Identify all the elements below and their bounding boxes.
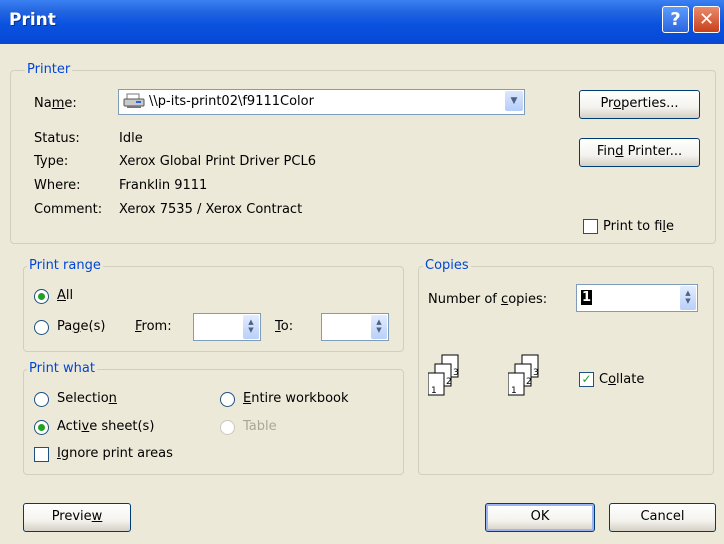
collate-pages-icon: 3 2 1: [508, 354, 539, 396]
title-bar[interactable]: Print ? ✕: [0, 0, 724, 44]
pages-radio[interactable]: [34, 320, 49, 335]
ok-button[interactable]: OK: [485, 503, 595, 532]
entire-workbook-radio[interactable]: [220, 392, 235, 407]
collate-label[interactable]: Collate: [599, 372, 644, 387]
dialog-title: Print: [9, 10, 56, 30]
help-button[interactable]: ?: [662, 6, 689, 33]
status-value: Idle: [119, 131, 143, 146]
where-label: Where:: [34, 178, 81, 193]
svg-text:2: 2: [446, 377, 452, 387]
svg-text:3: 3: [533, 368, 539, 378]
printer-name-value: \\p-its-print02\f9111Color: [149, 94, 314, 109]
all-label[interactable]: All: [57, 288, 73, 303]
close-button[interactable]: ✕: [693, 6, 720, 33]
to-page-input[interactable]: ▲ ▼: [321, 313, 389, 341]
table-label: Table: [243, 419, 277, 434]
name-label: Name:: [34, 96, 77, 111]
print-dialog: Print ? ✕ Printer Name: \\p-its-print02\…: [0, 0, 724, 544]
from-page-input[interactable]: ▲ ▼: [193, 313, 261, 341]
entire-workbook-label[interactable]: Entire workbook: [243, 391, 349, 406]
svg-text:2: 2: [526, 377, 532, 387]
printer-icon: [123, 93, 145, 108]
number-of-copies-label: Number of copies:: [428, 292, 548, 307]
number-of-copies-input[interactable]: 1 ▲ ▼: [576, 284, 698, 312]
collate-checkbox[interactable]: ✓: [579, 372, 594, 387]
pages-label[interactable]: Page(s): [57, 319, 105, 334]
status-label: Status:: [34, 131, 80, 146]
active-sheets-label[interactable]: Active sheet(s): [57, 419, 154, 434]
to-spin-arrows-icon[interactable]: ▲ ▼: [371, 315, 387, 339]
find-printer-button[interactable]: Find Printer...: [579, 138, 700, 167]
type-value: Xerox Global Print Driver PCL6: [119, 154, 316, 169]
printer-name-dropdown[interactable]: \\p-its-print02\f9111Color ▼: [118, 89, 525, 115]
where-value: Franklin 9111: [119, 178, 208, 193]
copies-label: Copies: [423, 258, 471, 273]
number-of-copies-value: 1: [581, 290, 593, 305]
printer-group-label: Printer: [25, 62, 73, 77]
copies-spin-arrows-icon[interactable]: ▲ ▼: [680, 286, 696, 310]
print-what-label: Print what: [27, 361, 97, 376]
all-radio[interactable]: [34, 289, 49, 304]
ignore-print-areas-label[interactable]: Ignore print areas: [57, 446, 173, 461]
selection-radio[interactable]: [34, 392, 49, 407]
properties-button[interactable]: Properties...: [579, 90, 700, 119]
svg-text:1: 1: [431, 386, 437, 396]
type-label: Type:: [34, 154, 69, 169]
print-to-file-checkbox[interactable]: [583, 219, 598, 234]
ignore-print-areas-checkbox[interactable]: [34, 447, 49, 462]
selection-label[interactable]: Selection: [57, 391, 117, 406]
chevron-down-icon[interactable]: ▼: [505, 91, 523, 111]
svg-text:3: 3: [453, 368, 459, 378]
to-label: To:: [275, 319, 294, 334]
active-sheets-radio[interactable]: [34, 420, 49, 435]
from-spin-arrows-icon[interactable]: ▲ ▼: [243, 315, 259, 339]
collate-pages-icon: 3 2 1: [428, 354, 459, 396]
comment-value: Xerox 7535 / Xerox Contract: [119, 202, 303, 217]
print-range-label: Print range: [27, 258, 103, 273]
comment-label: Comment:: [34, 202, 103, 217]
table-radio[interactable]: [220, 420, 235, 435]
from-label: From:: [135, 319, 172, 334]
preview-button[interactable]: Preview: [23, 503, 131, 532]
svg-text:1: 1: [511, 386, 517, 396]
print-to-file-label[interactable]: Print to file: [603, 219, 674, 234]
cancel-button[interactable]: Cancel: [609, 503, 716, 532]
